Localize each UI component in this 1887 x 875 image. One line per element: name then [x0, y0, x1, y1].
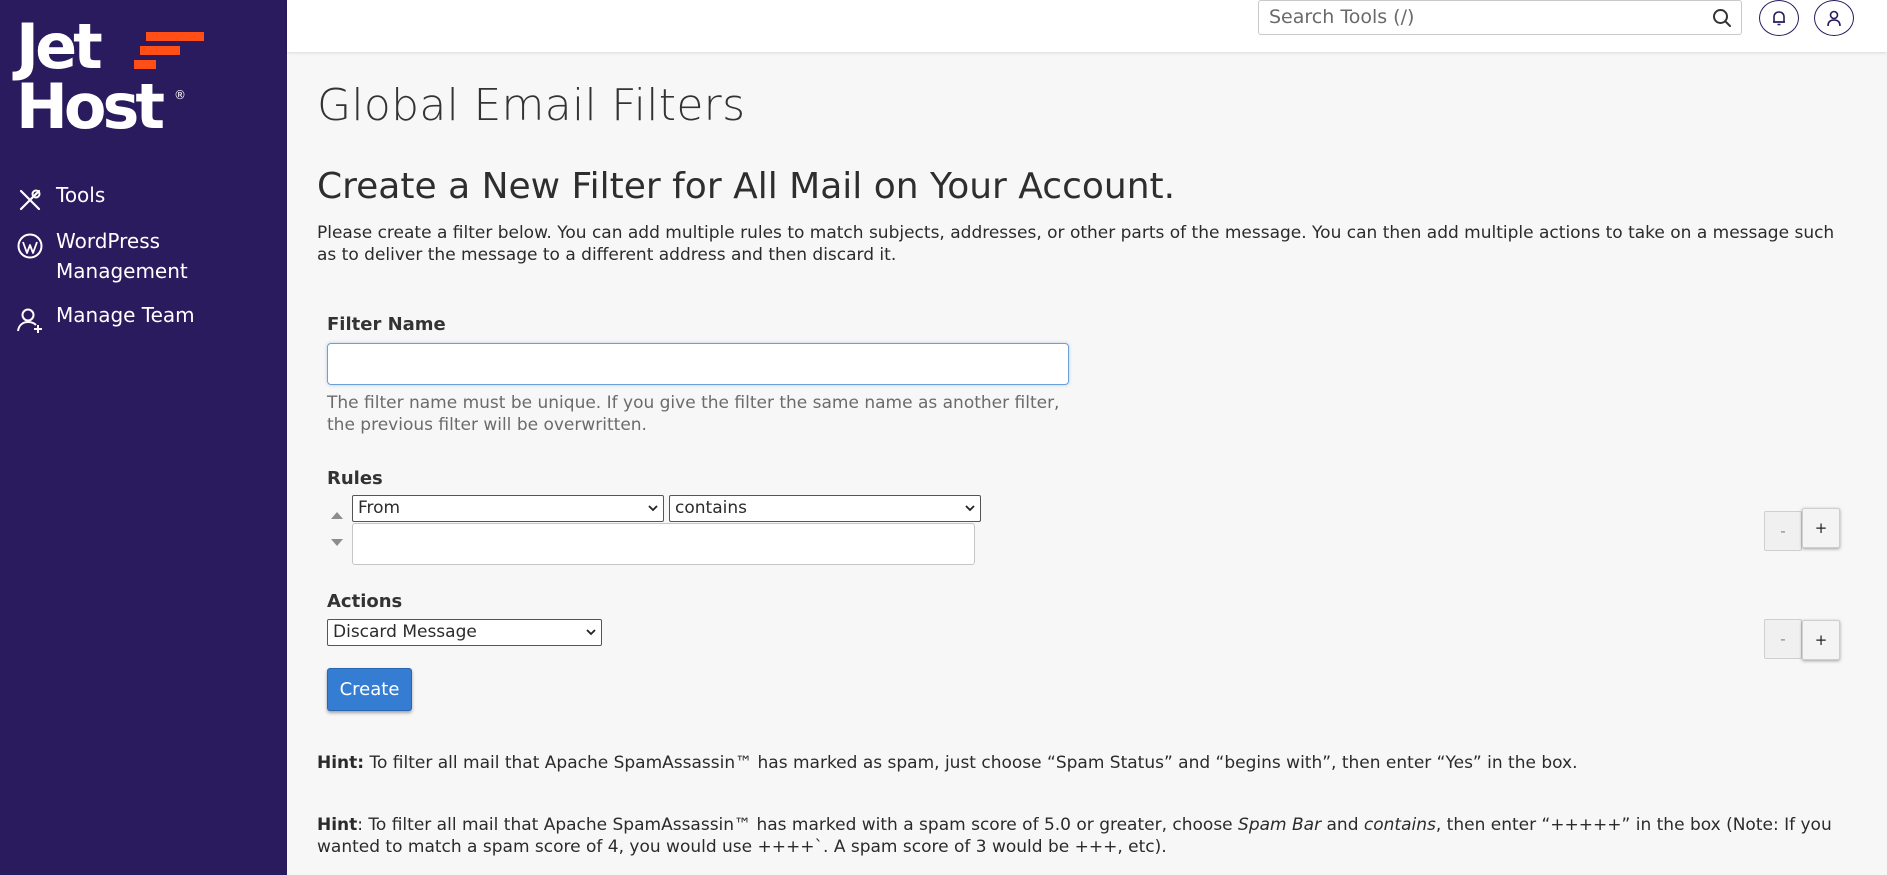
bell-icon [1773, 11, 1785, 26]
actions-label: Actions [327, 591, 403, 612]
logo-bars-icon [134, 26, 206, 76]
filter-name-label: Filter Name [327, 314, 446, 335]
hint-text-part: and [1321, 815, 1364, 835]
hint-emphasis: contains [1363, 815, 1436, 835]
hint-label: Hint: [317, 753, 365, 773]
sidebar-item-label-line2: Management [56, 259, 188, 283]
hint-emphasis: Spam Bar [1238, 815, 1322, 835]
sidebar: Jet Host ® Tools WordPress Management Ma… [0, 0, 287, 875]
hint-text: To filter all mail that Apache SpamAssas… [364, 753, 1578, 773]
hint-label: Hint [317, 815, 358, 835]
wordpress-icon [17, 233, 43, 259]
move-rule-up-icon[interactable] [331, 512, 343, 519]
team-icon [17, 308, 42, 333]
notifications-button[interactable] [1759, 0, 1799, 36]
search-icon[interactable] [1711, 7, 1733, 29]
sidebar-item-label: Manage Team [56, 303, 195, 327]
add-rule-button[interactable]: + [1802, 508, 1840, 548]
hint-spam-status: Hint: To filter all mail that Apache Spa… [317, 752, 1857, 774]
remove-rule-button[interactable]: - [1764, 511, 1802, 551]
search-input[interactable] [1269, 4, 1689, 30]
chevron-down-icon [648, 505, 658, 512]
rules-label: Rules [327, 468, 383, 489]
logo-word-jet: Jet [16, 10, 103, 83]
tools-icon [19, 189, 41, 211]
sidebar-item-label-line1: WordPress [56, 229, 161, 253]
hint-spam-score: Hint: To filter all mail that Apache Spa… [317, 814, 1857, 858]
move-rule-down-icon[interactable] [331, 539, 343, 546]
filter-name-input[interactable] [327, 343, 1069, 385]
intro-text: Please create a filter below. You can ad… [317, 223, 1835, 265]
sidebar-item-wordpress-management[interactable]: WordPress Management [0, 226, 287, 286]
rule-value-input[interactable] [352, 523, 975, 565]
sidebar-item-manage-team[interactable]: Manage Team [0, 300, 287, 333]
create-button[interactable]: Create [327, 668, 412, 711]
filter-name-help: The filter name must be unique. If you g… [327, 393, 1060, 435]
logo-word-host: Host [16, 70, 165, 143]
search-box[interactable] [1258, 0, 1742, 35]
chevron-down-icon [965, 505, 975, 512]
chevron-down-icon [586, 629, 596, 636]
action-select[interactable]: Discard Message [327, 619, 602, 646]
page-title: Global Email Filters [317, 80, 746, 131]
section-title: Create a New Filter for All Mail on Your… [317, 166, 1176, 207]
jethost-logo[interactable]: Jet Host ® [16, 10, 204, 143]
add-action-button[interactable]: + [1802, 620, 1840, 660]
sidebar-nav: Tools WordPress Management Manage Team [0, 180, 287, 333]
rule-operator-selected: contains [675, 498, 747, 518]
rule-field-selected: From [358, 498, 401, 518]
logo-registered-mark: ® [174, 88, 186, 102]
sidebar-item-tools[interactable]: Tools [0, 180, 287, 211]
rule-field-select[interactable]: From [352, 495, 664, 522]
rule-operator-select[interactable]: contains [669, 495, 981, 522]
action-selected: Discard Message [333, 622, 477, 642]
top-header [287, 0, 1887, 52]
user-menu-button[interactable] [1814, 0, 1854, 36]
user-icon [1827, 10, 1841, 27]
hint-text-part: : To filter all mail that Apache SpamAss… [357, 815, 1239, 835]
remove-action-button[interactable]: - [1764, 619, 1802, 659]
sidebar-item-label: Tools [56, 183, 106, 207]
